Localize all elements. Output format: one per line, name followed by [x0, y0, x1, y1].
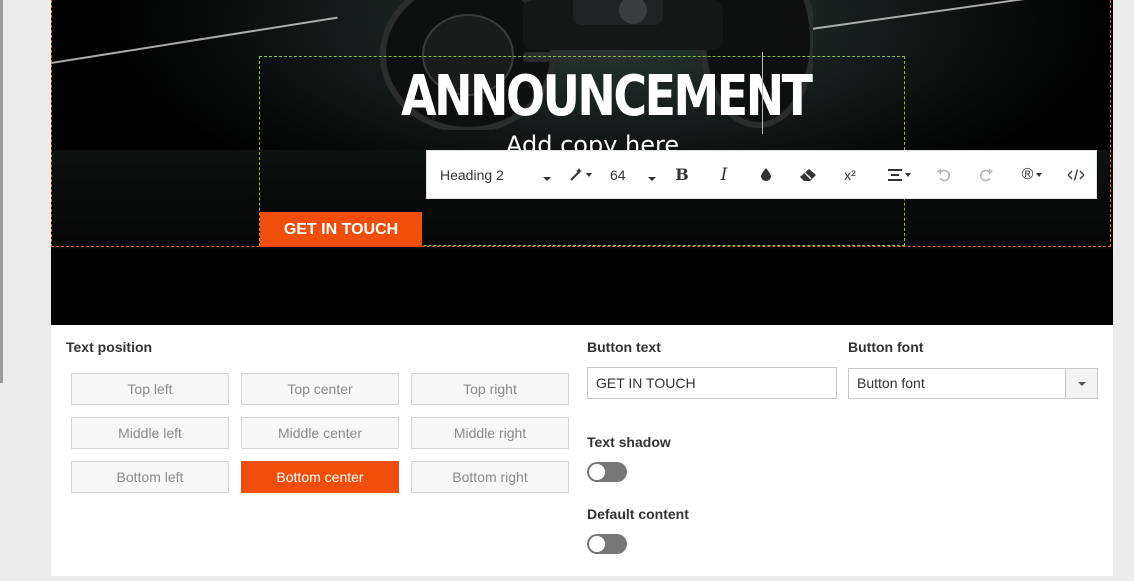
chevron-down-icon [648, 177, 656, 181]
text-color-button[interactable] [751, 151, 781, 198]
text-color-icon [761, 168, 771, 181]
chevron-down-icon[interactable] [1065, 369, 1097, 398]
superscript-button[interactable]: x² [835, 151, 865, 198]
subcopy-text[interactable]: Add copy here [506, 130, 679, 150]
position-top-right[interactable]: Top right [411, 373, 569, 405]
chevron-down-icon [543, 177, 551, 181]
left-edge-strip [0, 0, 3, 383]
font-size-select[interactable]: 64 [610, 151, 660, 198]
toggle-knob [589, 536, 605, 552]
default-content-toggle[interactable] [587, 534, 627, 554]
magic-wand-icon [569, 167, 583, 182]
position-bottom-center[interactable]: Bottom center [241, 461, 399, 493]
font-size-value: 64 [610, 166, 626, 183]
text-shadow-toggle[interactable] [587, 462, 627, 482]
italic-icon: I [720, 164, 728, 185]
position-top-left[interactable]: Top left [71, 373, 229, 405]
undo-icon [937, 168, 951, 182]
position-top-center[interactable]: Top center [241, 373, 399, 405]
default-content-label: Default content [587, 506, 689, 522]
button-font-select[interactable]: Button font [848, 368, 1098, 399]
italic-button[interactable]: I [709, 151, 739, 198]
redo-button[interactable] [971, 151, 1001, 198]
position-bottom-right[interactable]: Bottom right [411, 461, 569, 493]
chevron-down-icon [585, 172, 592, 177]
clear-formatting-button[interactable] [793, 151, 823, 198]
position-middle-center[interactable]: Middle center [241, 417, 399, 449]
button-text-input[interactable] [587, 367, 837, 399]
text-shadow-label: Text shadow [587, 434, 671, 450]
eraser-icon [800, 168, 816, 181]
magic-wand-button[interactable] [563, 151, 597, 198]
text-position-label: Text position [66, 339, 153, 355]
special-characters-icon: ® [1021, 165, 1034, 183]
source-code-button[interactable] [1061, 151, 1091, 198]
chevron-down-icon [1036, 172, 1043, 177]
button-text-label: Button text [587, 339, 661, 355]
align-button[interactable] [879, 151, 919, 198]
special-characters-button[interactable]: ® [1015, 151, 1049, 198]
source-code-icon [1068, 168, 1084, 181]
get-in-touch-button[interactable]: GET IN TOUCH [260, 212, 422, 247]
button-font-value: Button font [857, 375, 925, 391]
headline-text[interactable]: ANNOUNCEMENT [401, 62, 813, 132]
align-center-icon [887, 168, 902, 181]
redo-icon [979, 168, 993, 182]
button-font-label: Button font [848, 339, 924, 355]
bold-icon: B [675, 165, 689, 184]
undo-button[interactable] [929, 151, 959, 198]
position-middle-left[interactable]: Middle left [71, 417, 229, 449]
rich-text-toolbar: Heading 2 64 B I x² ® [426, 150, 1097, 199]
superscript-icon: x² [844, 166, 856, 183]
settings-panel: Text position Top left Top center Top ri… [51, 325, 1113, 576]
text-cursor [762, 52, 763, 134]
chevron-down-icon [904, 172, 911, 177]
position-bottom-left[interactable]: Bottom left [71, 461, 229, 493]
toggle-knob [589, 464, 605, 480]
position-middle-right[interactable]: Middle right [411, 417, 569, 449]
bold-button[interactable]: B [667, 151, 697, 198]
heading-select-value: Heading 2 [440, 166, 504, 183]
heading-select[interactable]: Heading 2 [440, 151, 551, 198]
